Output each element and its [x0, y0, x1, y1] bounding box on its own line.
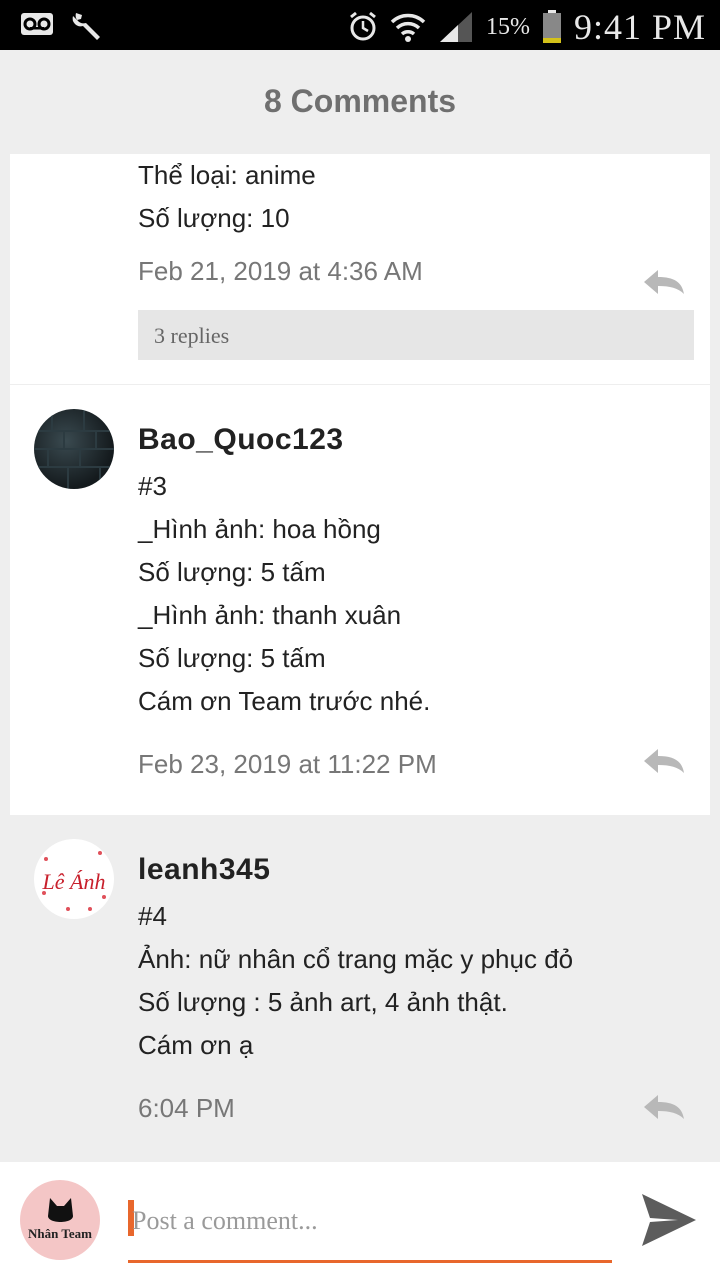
comment-timestamp: Feb 23, 2019 at 11:22 PM [138, 749, 437, 779]
status-bar: 15% 9:41 PM [0, 0, 720, 50]
comment-line: Số lượng: 10 [138, 203, 290, 233]
replies-button[interactable]: 3 replies [138, 310, 694, 360]
avatar[interactable] [34, 409, 114, 489]
comment-card: Bao_Quoc123 #3 _Hình ảnh: hoa hồng Số lư… [10, 385, 710, 815]
comment-timestamp: Feb 21, 2019 at 4:36 AM [138, 256, 423, 286]
comment-card: Thể loại: anime Số lượng: 10 Feb 21, 201… [10, 154, 710, 384]
send-icon[interactable] [640, 1192, 698, 1248]
wifi-icon [390, 13, 426, 42]
comment-line: Số lượng: 5 tấm [138, 643, 326, 673]
voicemail-icon [21, 13, 53, 35]
comment-input-container[interactable] [128, 1196, 612, 1263]
page-title: 8 Comments [263, 83, 457, 119]
comment-card: Lê Ánh leanh345 #4 Ảnh: nữ nhân cổ trang… [10, 815, 710, 1162]
alarm-icon [350, 11, 376, 41]
reply-icon[interactable] [642, 1093, 686, 1121]
comment-line: #3 [138, 471, 167, 501]
comment-input[interactable] [130, 1196, 604, 1246]
wrench-icon [72, 13, 100, 40]
battery-percent: 15% [485, 13, 530, 40]
comment-line: Số lượng: 5 tấm [138, 557, 326, 587]
avatar-logo: Lê Ánh [42, 851, 106, 911]
comment-author[interactable]: leanh345 [138, 853, 694, 887]
comment-list[interactable]: Thể loại: anime Số lượng: 10 Feb 21, 201… [0, 154, 720, 1162]
comments-header: 8 Comments [0, 50, 720, 154]
avatar[interactable]: Lê Ánh [34, 839, 114, 919]
comment-line: #4 [138, 901, 167, 931]
stone-wall-image [34, 409, 114, 489]
reply-icon[interactable] [642, 747, 686, 775]
avatar-text: Nhân Team [28, 1226, 92, 1241]
comment-composer: Nhân Team [0, 1162, 720, 1280]
comment-line: Ảnh: nữ nhân cổ trang mặc y phục đỏ [138, 944, 574, 974]
comment-line: _Hình ảnh: hoa hồng [138, 514, 381, 544]
comment-line: Cám ơn ạ [138, 1030, 254, 1060]
reply-icon[interactable] [642, 268, 686, 296]
signal-icon [439, 12, 472, 42]
user-avatar[interactable]: Nhân Team [20, 1180, 100, 1260]
comment-author[interactable]: Bao_Quoc123 [138, 423, 694, 457]
replies-label: 3 replies [154, 323, 230, 348]
comment-line: _Hình ảnh: thanh xuân [138, 600, 402, 630]
comment-timestamp: 6:04 PM [138, 1093, 235, 1123]
comment-line: Cám ơn Team trước nhé. [138, 686, 431, 716]
clock: 9:41 PM [573, 7, 706, 47]
battery-icon [542, 10, 561, 43]
cat-logo-icon: Nhân Team [28, 1198, 92, 1241]
comment-line: Thể loại: anime [138, 160, 316, 190]
comment-line: Số lượng : 5 ảnh art, 4 ảnh thật. [138, 987, 508, 1017]
avatar-text: Lê Ánh [42, 869, 106, 894]
